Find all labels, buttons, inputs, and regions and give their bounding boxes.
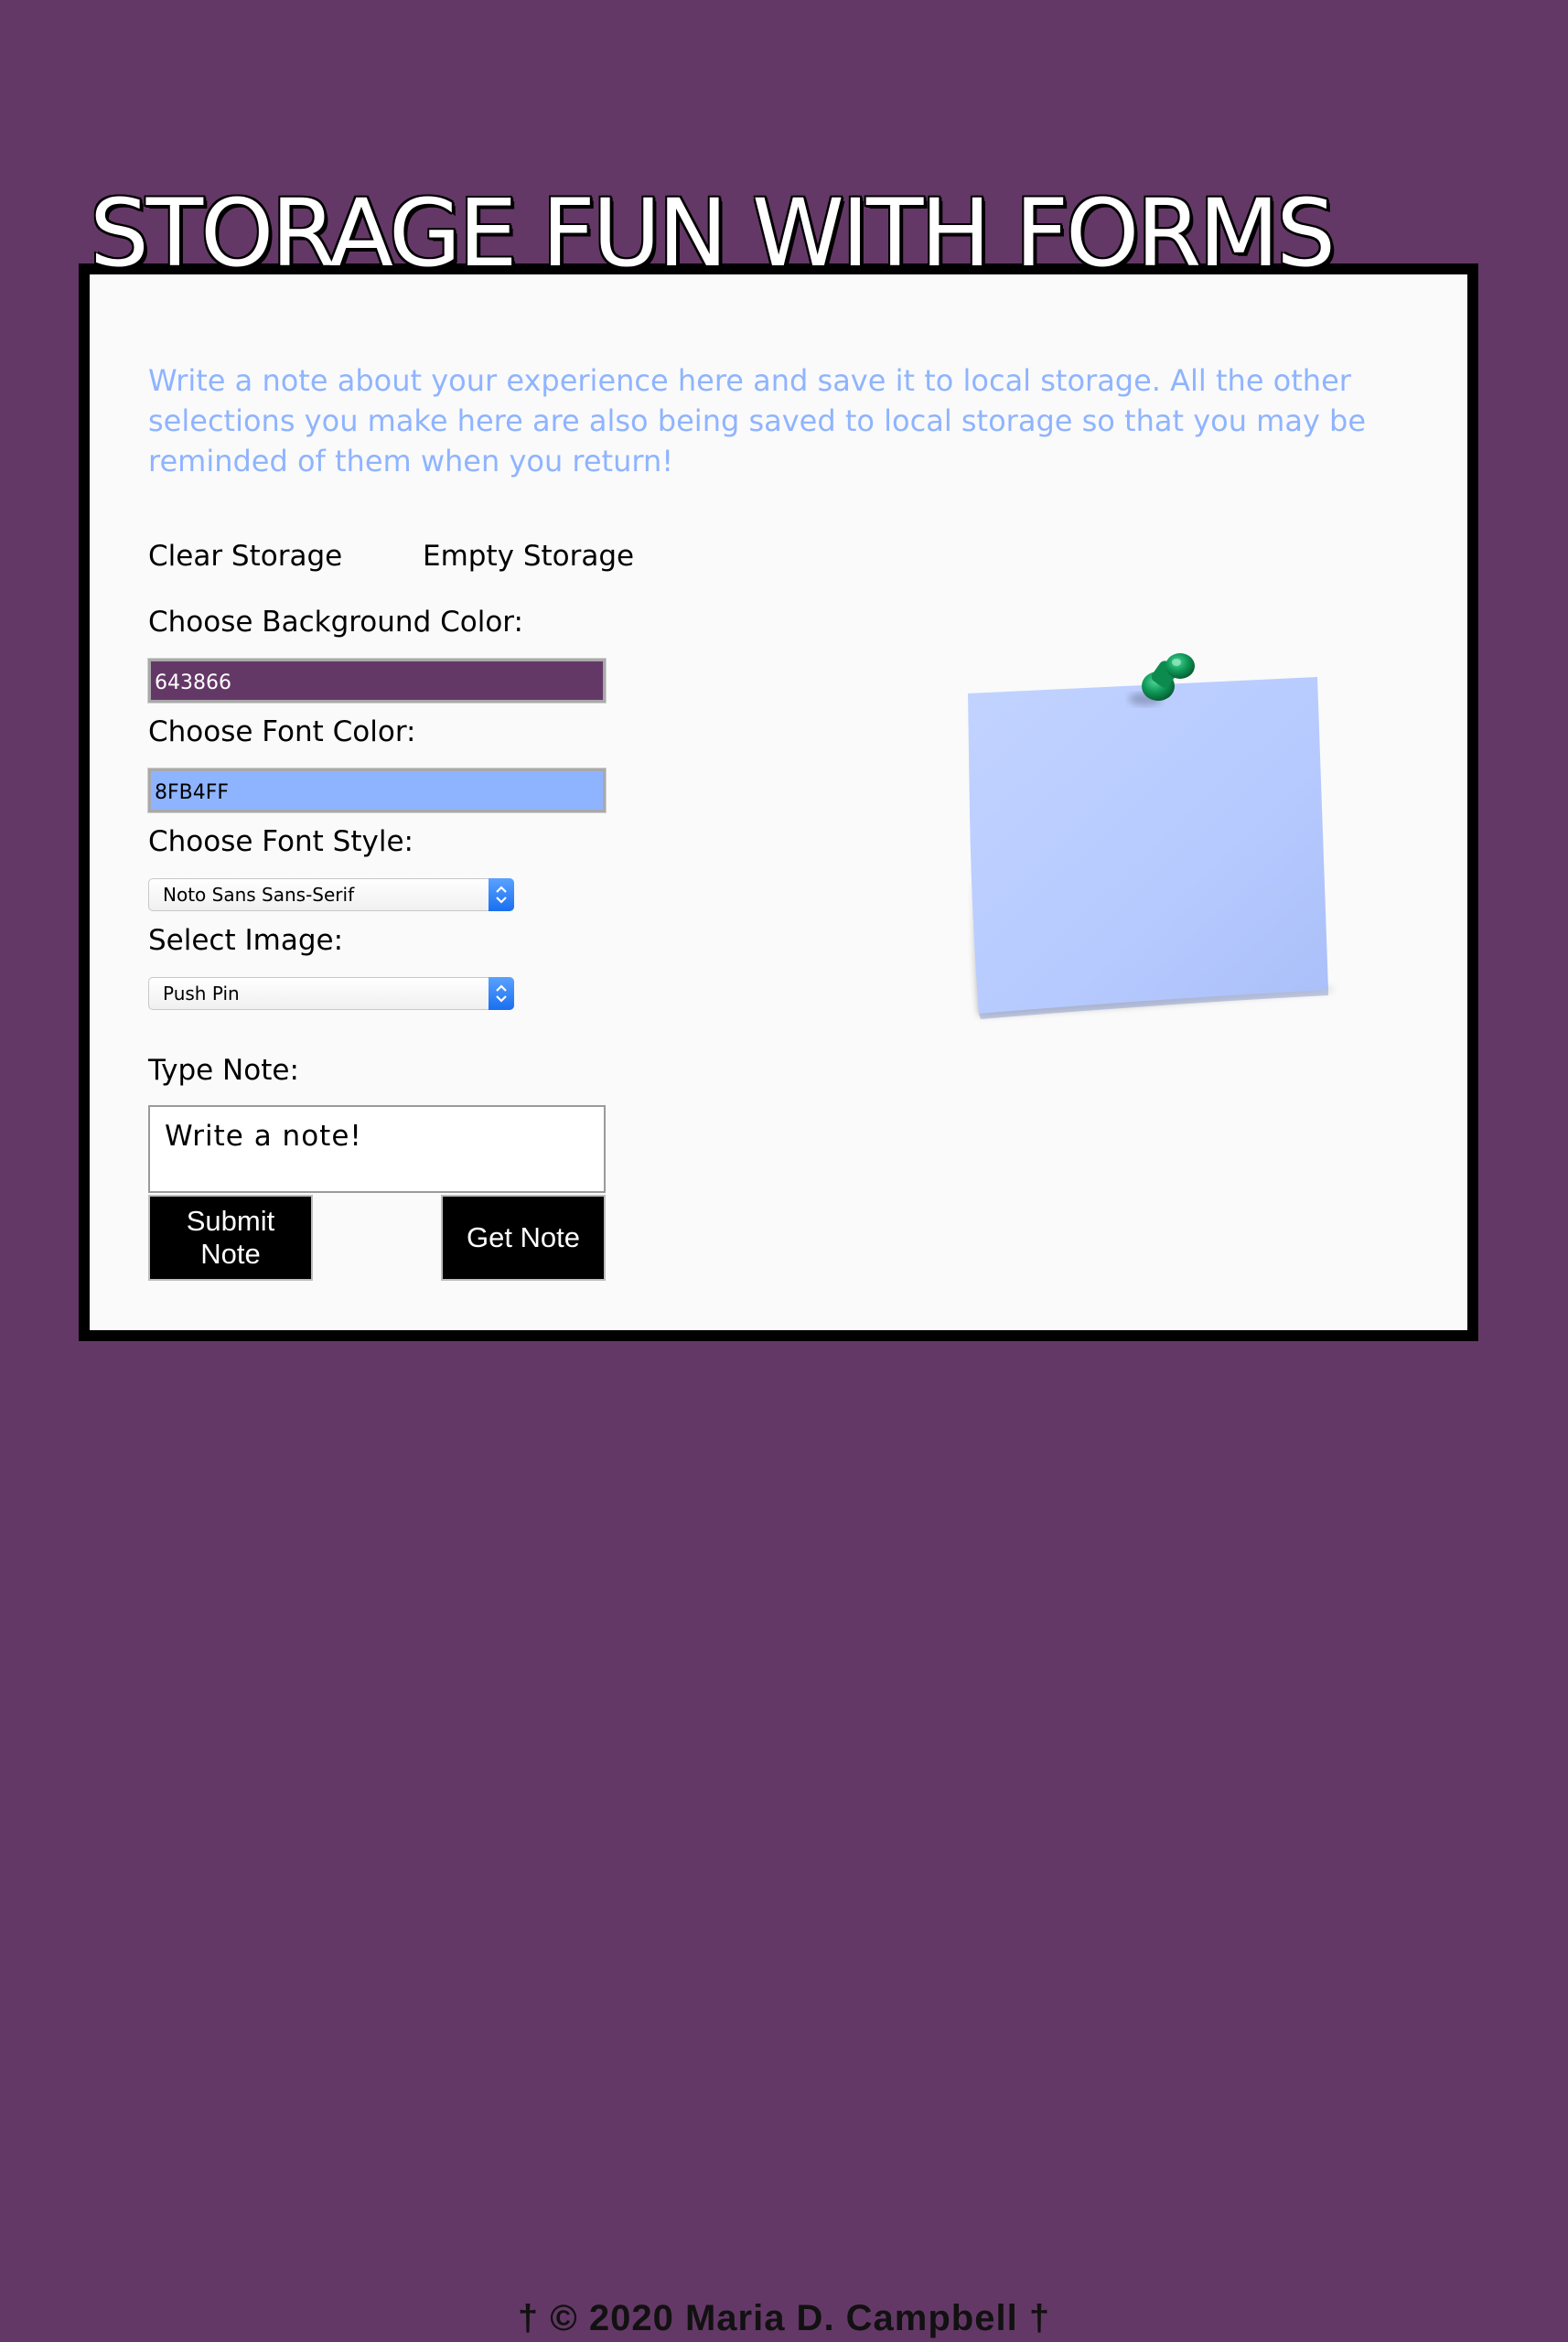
empty-storage-link[interactable]: Empty Storage [423, 540, 634, 573]
image-selected-value: Push Pin [163, 983, 240, 1004]
font-color-label: Choose Font Color: [148, 715, 416, 748]
image-select[interactable]: Push Pin [148, 977, 514, 1010]
select-image-label: Select Image: [148, 924, 344, 957]
font-color-input[interactable]: 8FB4FF [147, 768, 607, 813]
clear-storage-link[interactable]: Clear Storage [148, 540, 342, 573]
footer-copyright: † © 2020 Maria D. Campbell † [517, 2298, 1051, 2338]
note-input[interactable]: Write a note! [148, 1105, 606, 1193]
font-style-label: Choose Font Style: [148, 825, 413, 858]
background-color-label: Choose Background Color: [148, 606, 523, 639]
get-note-button[interactable]: Get Note [441, 1195, 606, 1281]
page-title: STORAGE FUN WITH FORMS [90, 179, 1336, 288]
background-color-input[interactable]: 643866 [147, 658, 607, 704]
sticky-note-icon [968, 653, 1336, 1019]
sticky-note-image [951, 640, 1354, 1034]
font-style-selected-value: Noto Sans Sans-Serif [163, 884, 355, 906]
font-style-select[interactable]: Noto Sans Sans-Serif [148, 878, 514, 911]
submit-note-button[interactable]: Submit Note [148, 1195, 313, 1281]
type-note-label: Type Note: [148, 1054, 299, 1087]
select-arrows-icon [489, 977, 514, 1010]
select-arrows-icon [489, 878, 514, 911]
intro-text: Write a note about your experience here … [148, 363, 1367, 478]
